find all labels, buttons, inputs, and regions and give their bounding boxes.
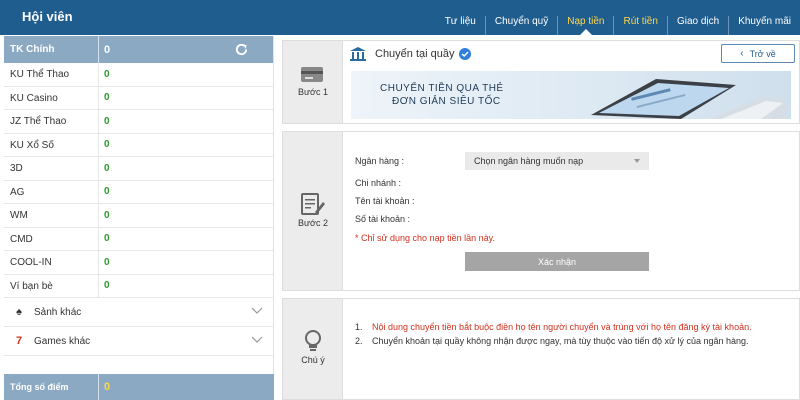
method-heading: Chuyển tại quầy <box>349 45 471 63</box>
account-label: 3D <box>4 157 99 180</box>
sanh-khac-toggle[interactable]: ♠ Sảnh khác <box>4 298 273 327</box>
branch-row: Chi nhánh : <box>355 174 649 192</box>
account-label: CMD <box>4 227 99 250</box>
account-label: KU Thể Thao <box>4 63 99 86</box>
account-row: KU Xổ Số 0 <box>4 133 273 157</box>
nav-rut-tien[interactable]: Rút tiền <box>613 16 666 35</box>
account-value: 0 <box>104 68 110 80</box>
main-account-label: TK Chính <box>4 36 99 63</box>
wallet-sidebar: TK Chính 0 KU Thể Thao 0 KU Casino 0 JZ … <box>4 36 274 400</box>
account-value: 0 <box>104 233 110 245</box>
account-number-label: Số tài khoản : <box>355 214 411 224</box>
chevron-left-icon: ‹ <box>740 48 744 59</box>
laptop-illustration <box>591 79 786 119</box>
back-button-label: Trở về <box>749 48 776 59</box>
account-label: AG <box>4 180 99 203</box>
branch-label: Chi nhánh : <box>355 178 402 188</box>
sanh-khac-label: Sảnh khác <box>34 306 82 318</box>
list-item: 1. Nội dung chuyển tiền bắt buộc điền họ… <box>355 321 795 333</box>
total-points-label: Tổng số điểm <box>4 374 99 400</box>
step-1-panel: Bước 1 Chuyển tại quầy ‹ Trở về CHUYỂN T… <box>282 40 800 124</box>
refresh-icon[interactable] <box>234 42 249 57</box>
step-1-column: Bước 1 <box>283 41 343 123</box>
account-row: 3D 0 <box>4 157 273 181</box>
lightbulb-icon <box>305 330 321 351</box>
confirm-button[interactable]: Xác nhận <box>465 252 649 271</box>
notes-panel: Chú ý 1. Nội dung chuyển tiền bắt buộc đ… <box>282 298 800 400</box>
account-row: KU Casino 0 <box>4 86 273 110</box>
account-value: 0 <box>104 256 110 268</box>
lucky-seven-icon: 7 <box>15 335 23 347</box>
account-row: COOL-IN 0 <box>4 251 273 275</box>
account-name-label: Tên tài khoản : <box>355 196 415 206</box>
main-account-row: TK Chính 0 <box>4 36 273 63</box>
note-text: Chuyển khoản tại quầy không nhận được ng… <box>372 336 749 346</box>
banner-line-2: ĐƠN GIẢN SIÊU TỐC <box>392 96 501 107</box>
note-number: 1. <box>355 322 363 332</box>
bank-select[interactable]: Chọn ngân hàng muốn nạp <box>465 152 649 170</box>
account-row: KU Thể Thao 0 <box>4 63 273 87</box>
account-label: COOL-IN <box>4 251 99 274</box>
account-number-row: Số tài khoản : <box>355 210 649 228</box>
caret-down-icon <box>634 159 640 163</box>
bank-label: Ngân hàng : <box>355 156 405 166</box>
note-number: 2. <box>355 336 363 346</box>
list-item: 2. Chuyển khoản tại quầy không nhận được… <box>355 335 795 347</box>
account-label: KU Casino <box>4 86 99 109</box>
account-value: 0 <box>104 280 110 292</box>
bank-row: Ngân hàng : Chọn ngân hàng muốn nạp <box>355 152 649 170</box>
top-header: Hội viên Tư liệu Chuyển quỹ Nạp tiền Rút… <box>0 0 800 35</box>
account-label: WM <box>4 204 99 227</box>
account-row: WM 0 <box>4 204 273 228</box>
total-points-row: Tổng số điểm 0 <box>4 374 274 400</box>
step-1-label: Bước 1 <box>298 87 328 97</box>
account-value: 0 <box>104 209 110 221</box>
account-row: JZ Thể Thao 0 <box>4 110 273 134</box>
total-points-value: 0 <box>104 381 111 393</box>
account-value: 0 <box>104 162 110 174</box>
account-row: CMD 0 <box>4 227 273 251</box>
note-text: Nội dung chuyển tiền bắt buộc điền họ tê… <box>372 322 752 332</box>
step-2-column: Bước 2 <box>283 132 343 290</box>
nav-chuyen-quy[interactable]: Chuyển quỹ <box>484 16 557 35</box>
account-label: KU Xổ Số <box>4 133 99 156</box>
promo-banner: CHUYỂN TIỀN QUA THẺ ĐƠN GIẢN SIÊU TỐC <box>351 71 791 119</box>
card-icon <box>301 67 323 82</box>
games-khac-label: Games khác <box>34 335 91 347</box>
main-nav: Tư liệu Chuyển quỹ Nạp tiền Rút tiền Gia… <box>436 16 800 35</box>
page-title: Hội viên <box>22 9 73 24</box>
nav-tu-lieu[interactable]: Tư liệu <box>436 16 485 35</box>
one-time-note: * Chỉ sử dụng cho nạp tiền lần này. <box>355 233 495 243</box>
account-label: Ví bạn bè <box>4 274 99 297</box>
account-value: 0 <box>104 139 110 151</box>
account-value: 0 <box>104 115 110 127</box>
step-2-label: Bước 2 <box>298 218 328 228</box>
method-title: Chuyển tại quầy <box>375 48 455 60</box>
nav-khuyen-mai[interactable]: Khuyến mãi <box>728 16 800 35</box>
bank-select-value: Chọn ngân hàng muốn nạp <box>474 156 584 166</box>
account-row: AG 0 <box>4 180 273 204</box>
account-value: 0 <box>104 186 110 198</box>
check-circle-icon <box>458 48 471 60</box>
banner-line-1: CHUYỂN TIỀN QUA THẺ <box>380 83 504 94</box>
main-account-value: 0 <box>104 43 111 56</box>
notes-label: Chú ý <box>301 355 325 365</box>
games-khac-toggle[interactable]: 7 Games khác <box>4 327 273 356</box>
account-name-row: Tên tài khoản : <box>355 192 649 210</box>
back-button[interactable]: ‹ Trở về <box>721 44 795 63</box>
account-value: 0 <box>104 92 110 104</box>
spade-icon: ♠ <box>16 306 22 318</box>
deposit-form: Ngân hàng : Chọn ngân hàng muốn nạp Chi … <box>355 152 649 228</box>
notes-list: 1. Nội dung chuyển tiền bắt buộc điền họ… <box>355 321 795 349</box>
chevron-down-icon <box>251 307 263 314</box>
account-row: Ví bạn bè 0 <box>4 274 273 298</box>
nav-giao-dich[interactable]: Giao dịch <box>666 16 728 35</box>
notes-column: Chú ý <box>283 299 343 399</box>
account-label: JZ Thể Thao <box>4 110 99 133</box>
bank-icon <box>350 47 366 61</box>
chevron-down-icon <box>251 336 263 343</box>
nav-nap-tien[interactable]: Nạp tiền <box>557 16 613 35</box>
step-2-panel: Bước 2 Ngân hàng : Chọn ngân hàng muốn n… <box>282 131 800 291</box>
form-edit-icon <box>301 193 325 215</box>
